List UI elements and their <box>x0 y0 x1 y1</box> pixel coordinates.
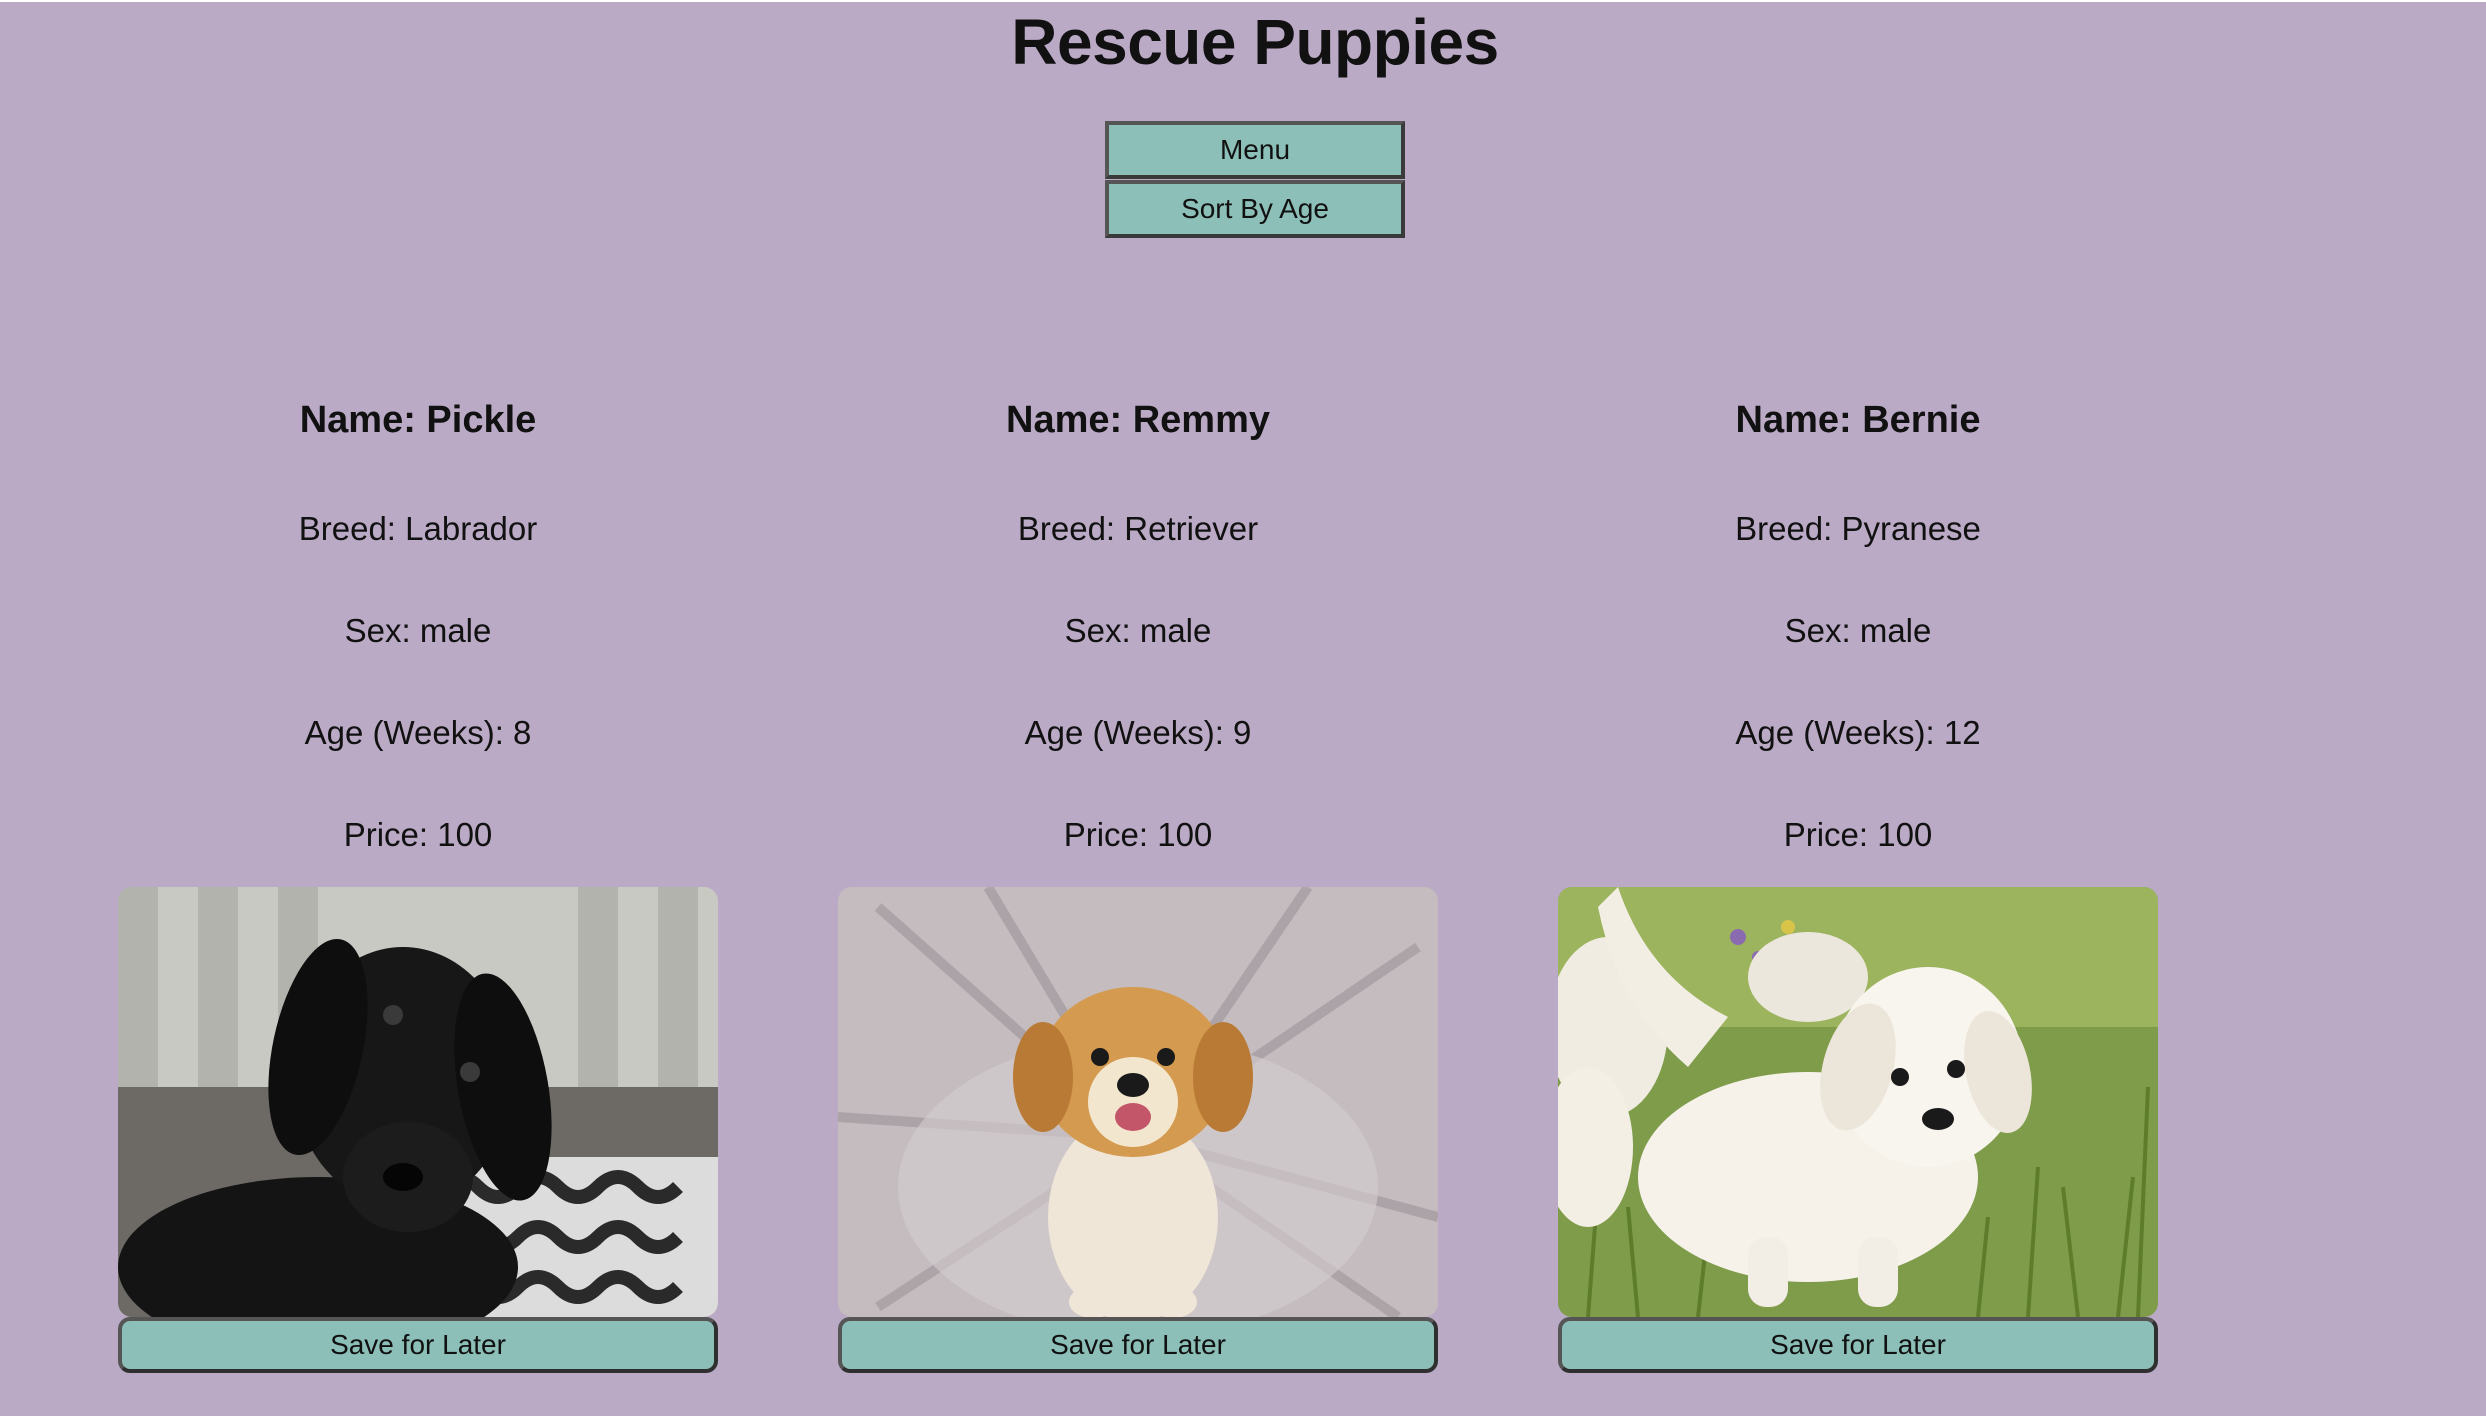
puppy-price: Price: 100 <box>1783 816 1933 853</box>
puppy-age: Age (Weeks): 8 <box>304 714 532 751</box>
puppy-sex: Sex: male <box>1064 612 1212 649</box>
save-for-later-button[interactable]: Save for Later <box>1558 1317 2158 1373</box>
menu-button[interactable]: Menu <box>1105 121 1405 179</box>
puppy-name: Name: Pickle <box>299 399 537 441</box>
puppy-card: Name: Pickle Breed: Labrador Sex: male A… <box>118 372 718 1373</box>
puppy-breed: Breed: Retriever <box>1017 510 1259 547</box>
puppy-name: Name: Remmy <box>1006 399 1270 441</box>
sort-by-age-button[interactable]: Sort By Age <box>1105 180 1405 238</box>
save-for-later-button[interactable]: Save for Later <box>118 1317 718 1373</box>
puppy-breed: Breed: Pyranese <box>1735 510 1981 547</box>
puppy-sex: Sex: male <box>1784 612 1932 649</box>
puppy-name: Name: Bernie <box>1735 399 1981 441</box>
page: Rescue Puppies Menu Sort By Age Name: Pi… <box>0 0 2486 1416</box>
puppy-price: Price: 100 <box>343 816 493 853</box>
white-puppy-in-grass-photo <box>1558 887 2158 1317</box>
puppy-age: Age (Weeks): 12 <box>1735 714 1981 751</box>
puppy-card: Name: Remmy Breed: Retriever Sex: male A… <box>838 372 1438 1373</box>
puppy-price: Price: 100 <box>1063 816 1213 853</box>
page-title: Rescue Puppies <box>1011 6 1499 78</box>
puppy-sex: Sex: male <box>344 612 492 649</box>
save-for-later-button[interactable]: Save for Later <box>838 1317 1438 1373</box>
puppy-age: Age (Weeks): 9 <box>1024 714 1252 751</box>
puppy-card: Name: Bernie Breed: Pyranese Sex: male A… <box>1558 372 2158 1373</box>
golden-retriever-puppy-photo <box>838 887 1438 1317</box>
black-labrador-puppy-photo <box>118 887 718 1317</box>
puppy-breed: Breed: Labrador <box>298 510 538 547</box>
